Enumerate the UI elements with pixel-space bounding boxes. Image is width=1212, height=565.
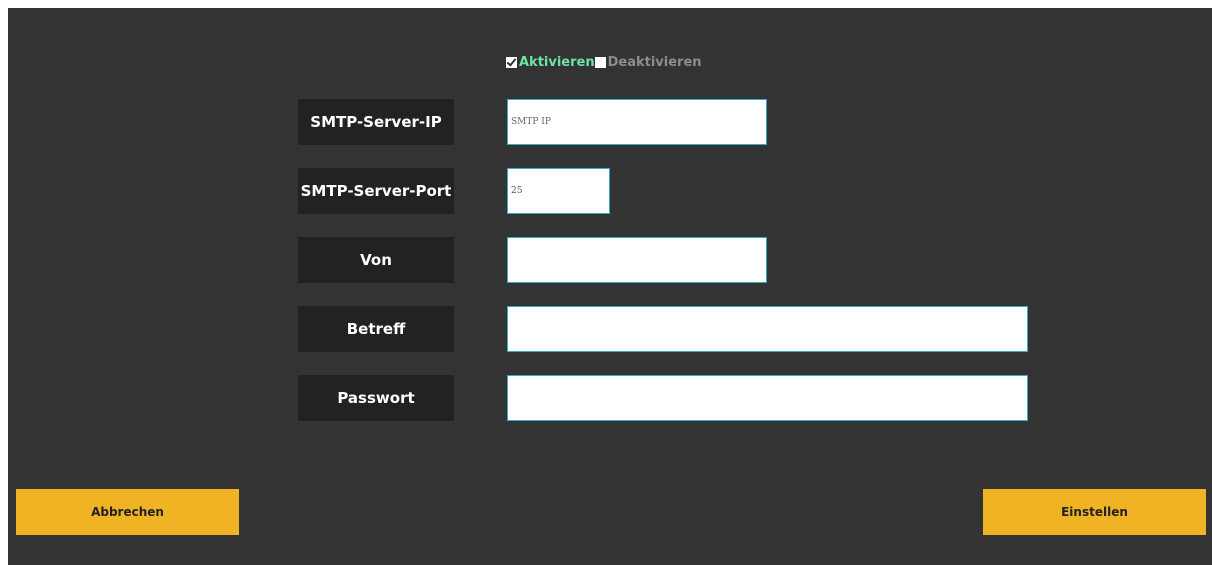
checked-box-icon[interactable] <box>506 56 517 68</box>
subject-input[interactable] <box>507 306 1028 352</box>
subject-label: Betreff <box>298 306 454 352</box>
from-input[interactable] <box>507 237 767 283</box>
unchecked-box-icon[interactable] <box>594 56 606 68</box>
smtp-server-ip-label: SMTP-Server-IP <box>298 99 454 145</box>
smtp-server-port-label: SMTP-Server-Port <box>298 168 454 214</box>
password-label: Passwort <box>298 375 454 421</box>
enable-option[interactable]: Aktivieren <box>506 55 595 70</box>
smtp-server-ip-input[interactable] <box>507 99 767 145</box>
disable-option[interactable]: Deaktivieren <box>594 55 702 70</box>
password-input[interactable] <box>507 375 1028 421</box>
enable-option-label[interactable]: Aktivieren <box>519 55 595 70</box>
from-label: Von <box>298 237 454 283</box>
cancel-button[interactable]: Abbrechen <box>16 489 239 535</box>
activation-toggle: Aktivieren Deaktivieren <box>506 54 702 70</box>
disable-option-label[interactable]: Deaktivieren <box>608 55 702 70</box>
smtp-server-port-input[interactable] <box>507 168 610 214</box>
set-button[interactable]: Einstellen <box>983 489 1206 535</box>
smtp-settings-panel: Aktivieren Deaktivieren SMTP-Server-IP S… <box>8 8 1212 565</box>
